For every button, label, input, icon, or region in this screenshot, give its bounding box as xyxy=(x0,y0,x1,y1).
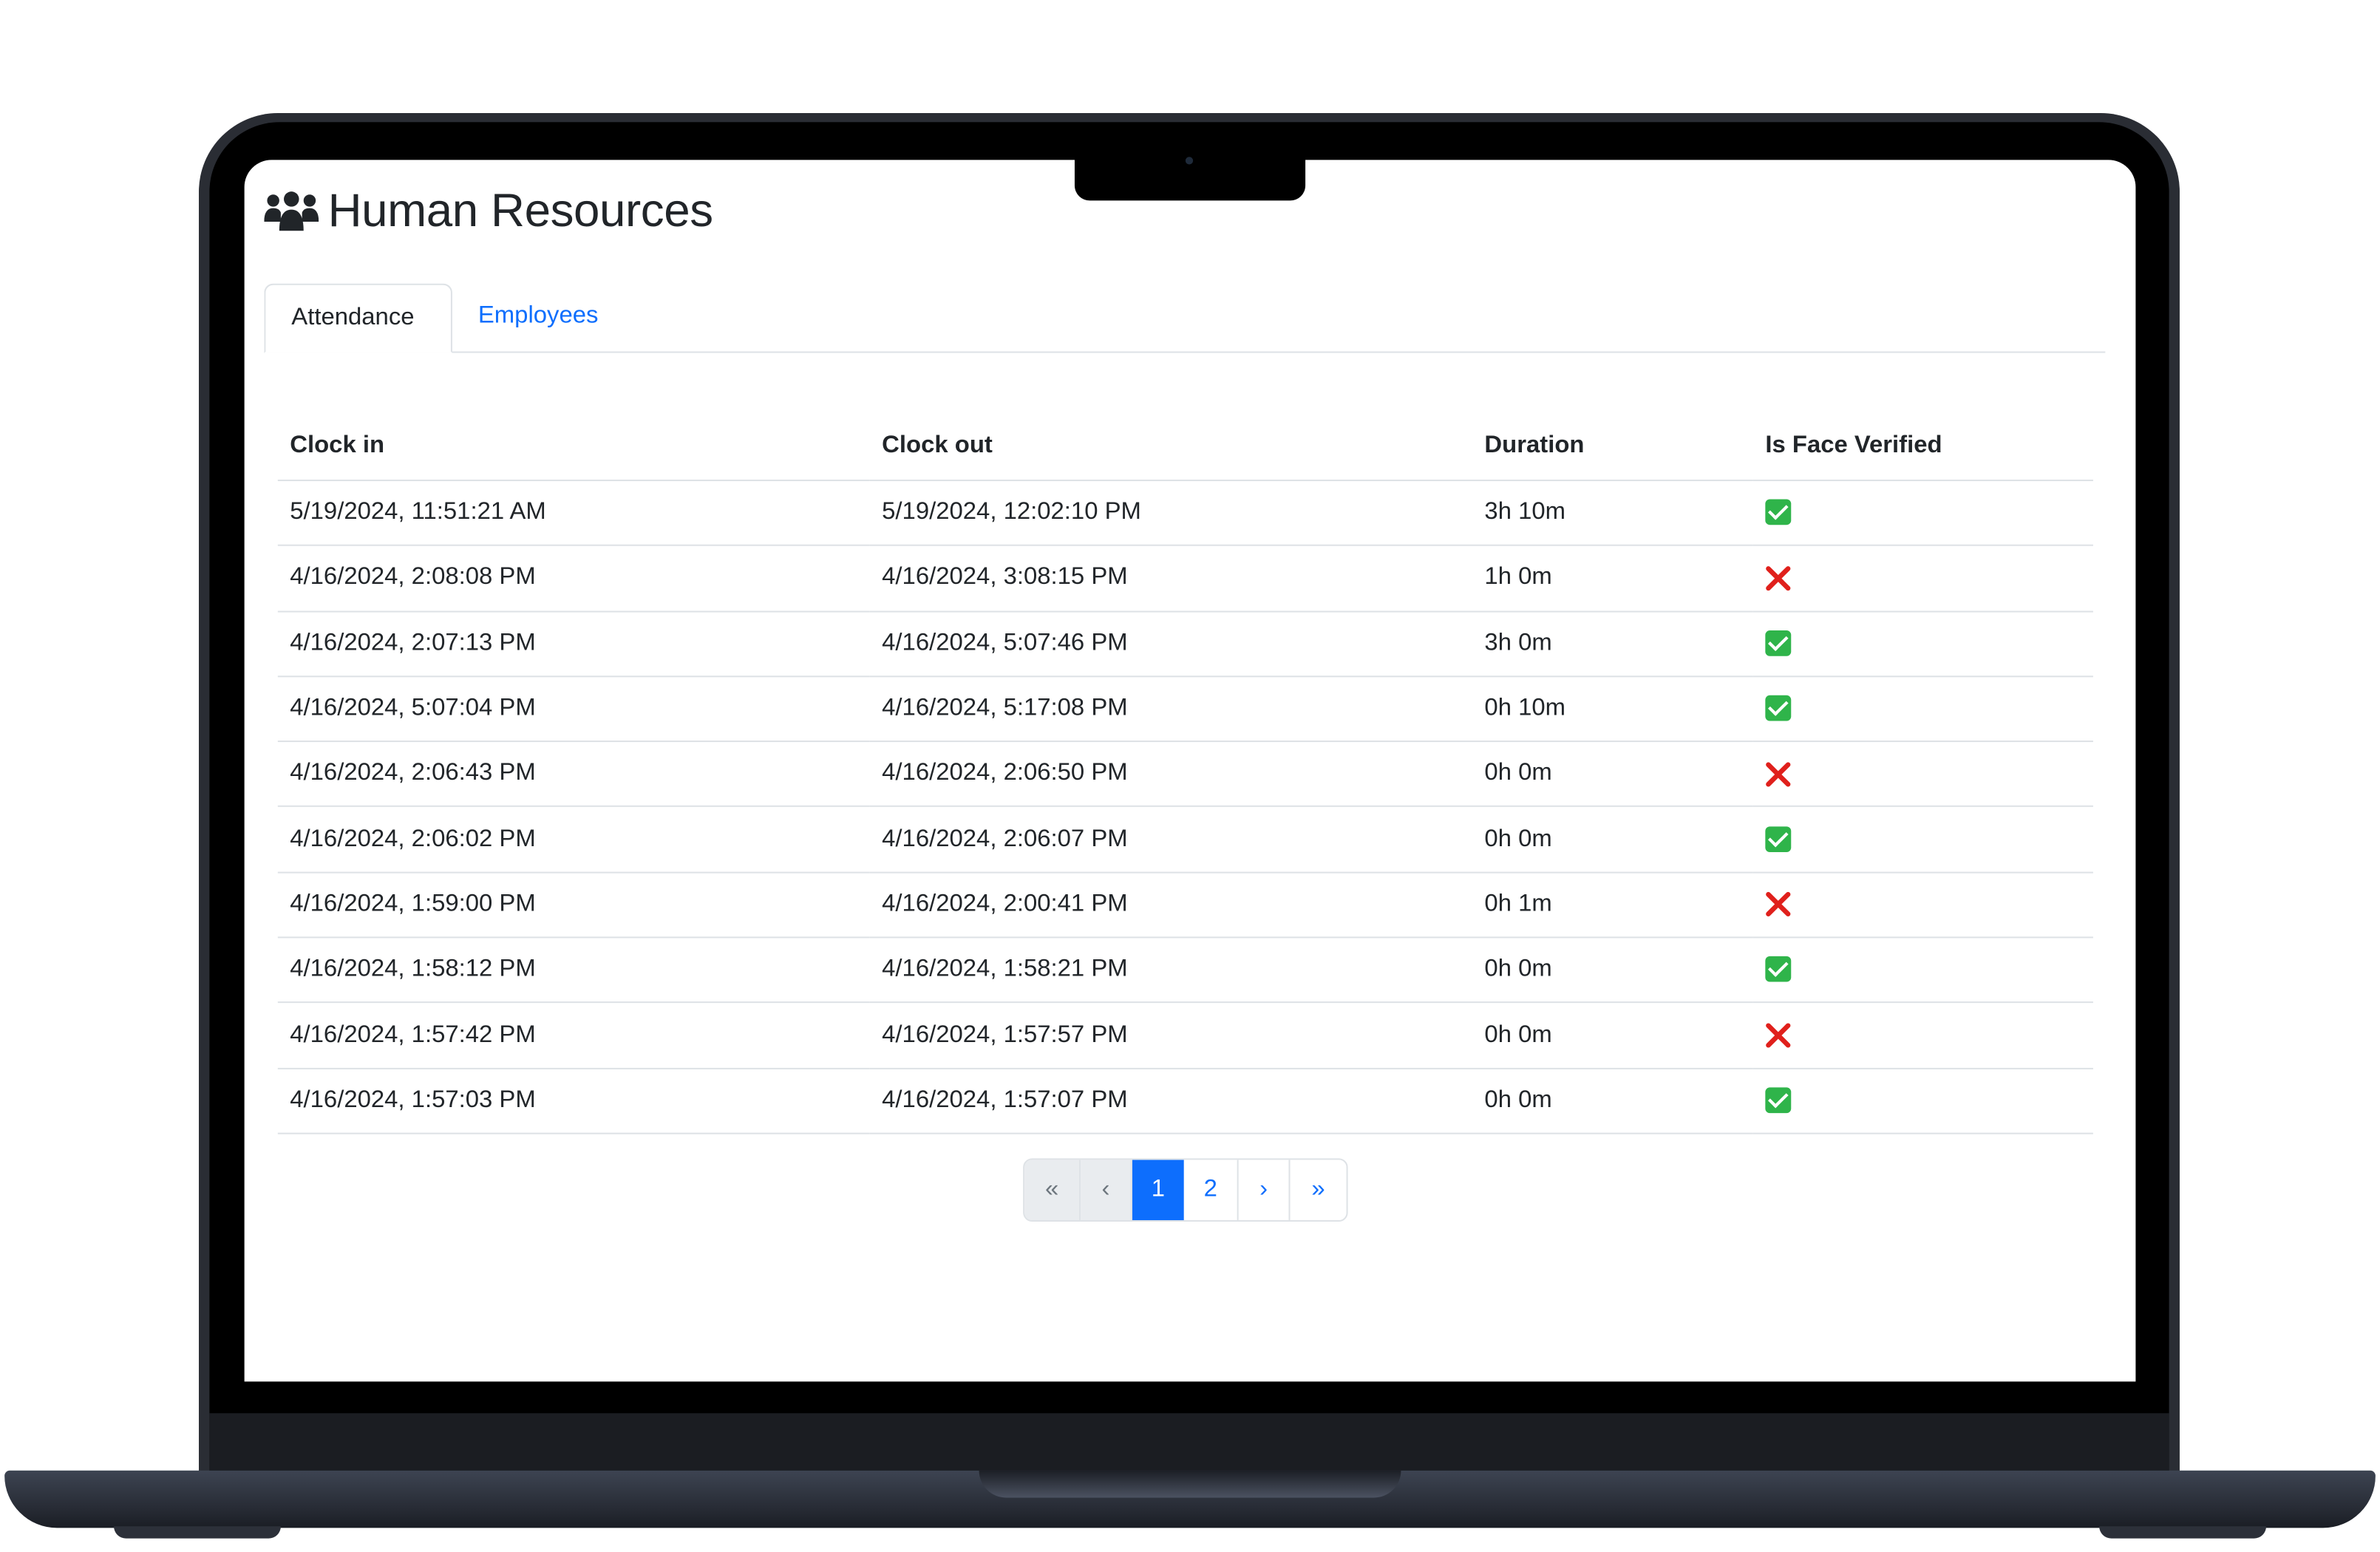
duration-cell: 0h 0m xyxy=(1472,741,1753,808)
face-verified-cell xyxy=(1752,741,2093,808)
table-row: 4/16/2024, 2:07:13 PM 4/16/2024, 5:07:46 … xyxy=(277,610,2093,678)
check-mark-icon xyxy=(1765,956,1792,983)
duration-cell: 3h 0m xyxy=(1472,610,1753,678)
clock-out-cell: 4/16/2024, 2:06:07 PM xyxy=(869,806,1472,874)
face-verified-cell xyxy=(1752,480,2093,547)
table-row: 4/16/2024, 2:06:43 PM 4/16/2024, 2:06:50 … xyxy=(277,741,2093,808)
pagination: « ‹ 1 2 › » xyxy=(1023,1158,1348,1222)
table-row: 4/16/2024, 5:07:04 PM 4/16/2024, 5:17:08 … xyxy=(277,676,2093,743)
duration-cell: 0h 10m xyxy=(1472,676,1753,743)
column-header-duration: Duration xyxy=(1472,413,1753,482)
check-mark-icon xyxy=(1765,695,1792,722)
face-verified-cell xyxy=(1752,1002,2093,1069)
table-header-row: Clock in Clock out Duration Is Face Veri… xyxy=(277,413,2093,482)
clock-out-cell: 4/16/2024, 5:07:46 PM xyxy=(869,610,1472,678)
duration-cell: 0h 0m xyxy=(1472,937,1753,1004)
table-row: 4/16/2024, 1:59:00 PM 4/16/2024, 2:00:41 … xyxy=(277,872,2093,939)
cross-mark-icon xyxy=(1766,761,1791,786)
clock-in-cell: 4/16/2024, 2:06:43 PM xyxy=(277,741,870,808)
face-verified-cell xyxy=(1752,872,2093,939)
table-row: 4/16/2024, 1:57:03 PM 4/16/2024, 1:57:07 … xyxy=(277,1068,2093,1134)
face-verified-cell xyxy=(1752,806,2093,874)
clock-in-cell: 4/16/2024, 2:06:02 PM xyxy=(277,806,870,874)
base-opening-notch xyxy=(979,1470,1401,1498)
column-header-clock-in: Clock in xyxy=(277,413,870,482)
face-verified-cell xyxy=(1752,545,2093,612)
page-header: Human Resources xyxy=(264,187,713,234)
clock-out-cell: 5/19/2024, 12:02:10 PM xyxy=(869,480,1472,547)
pagination-next-button[interactable]: › xyxy=(1238,1160,1291,1221)
check-mark-icon xyxy=(1765,630,1792,656)
table-row: 4/16/2024, 1:58:12 PM 4/16/2024, 1:58:21 … xyxy=(277,937,2093,1004)
page-title: Human Resources xyxy=(327,183,713,237)
column-header-clock-out: Clock out xyxy=(869,413,1472,482)
face-verified-cell xyxy=(1752,937,2093,1004)
clock-out-cell: 4/16/2024, 2:06:50 PM xyxy=(869,741,1472,808)
clock-in-cell: 4/16/2024, 1:58:12 PM xyxy=(277,937,870,1004)
tab-employees[interactable]: Employees xyxy=(452,284,624,350)
clock-in-cell: 4/16/2024, 1:57:03 PM xyxy=(277,1068,870,1134)
table-body: 5/19/2024, 11:51:21 AM 5/19/2024, 12:02:1… xyxy=(277,480,2093,1134)
app-screen: Human Resources Attendance Employees Clo… xyxy=(244,160,2136,1382)
clock-in-cell: 4/16/2024, 1:59:00 PM xyxy=(277,872,870,939)
table-row: 4/16/2024, 2:06:02 PM 4/16/2024, 2:06:07 … xyxy=(277,806,2093,874)
duration-cell: 0h 0m xyxy=(1472,806,1753,874)
duration-cell: 0h 0m xyxy=(1472,1068,1753,1134)
clock-in-cell: 4/16/2024, 1:57:42 PM xyxy=(277,1002,870,1069)
cross-mark-icon xyxy=(1766,565,1791,590)
face-verified-cell xyxy=(1752,610,2093,678)
clock-out-cell: 4/16/2024, 1:57:07 PM xyxy=(869,1068,1472,1134)
clock-out-cell: 4/16/2024, 5:17:08 PM xyxy=(869,676,1472,743)
clock-in-cell: 4/16/2024, 5:07:04 PM xyxy=(277,676,870,743)
laptop-mockup: Human Resources Attendance Employees Clo… xyxy=(0,0,2380,1552)
clock-out-cell: 4/16/2024, 1:57:57 PM xyxy=(869,1002,1472,1069)
face-verified-cell xyxy=(1752,676,2093,743)
pagination-page-1[interactable]: 1 xyxy=(1132,1160,1184,1221)
pagination-page-2[interactable]: 2 xyxy=(1183,1160,1239,1221)
tab-attendance[interactable]: Attendance xyxy=(264,283,452,353)
table-row: 5/19/2024, 11:51:21 AM 5/19/2024, 12:02:1… xyxy=(277,480,2093,547)
duration-cell: 0h 0m xyxy=(1472,1002,1753,1069)
table-row: 4/16/2024, 2:08:08 PM 4/16/2024, 3:08:15 … xyxy=(277,545,2093,612)
laptop-foot-left xyxy=(114,1526,281,1539)
face-verified-cell xyxy=(1752,1068,2093,1134)
laptop-foot-right xyxy=(2099,1526,2267,1539)
column-header-face-verified: Is Face Verified xyxy=(1752,413,2093,482)
check-mark-icon xyxy=(1765,1087,1792,1114)
duration-cell: 3h 10m xyxy=(1472,480,1753,547)
clock-in-cell: 4/16/2024, 2:07:13 PM xyxy=(277,610,870,678)
clock-out-cell: 4/16/2024, 3:08:15 PM xyxy=(869,545,1472,612)
clock-out-cell: 4/16/2024, 1:58:21 PM xyxy=(869,937,1472,1004)
duration-cell: 0h 1m xyxy=(1472,872,1753,939)
pagination-prev-button[interactable]: ‹ xyxy=(1081,1160,1132,1221)
clock-out-cell: 4/16/2024, 2:00:41 PM xyxy=(869,872,1472,939)
attendance-table: Clock in Clock out Duration Is Face Veri… xyxy=(277,413,2093,1134)
clock-in-cell: 4/16/2024, 2:08:08 PM xyxy=(277,545,870,612)
pagination-first-button[interactable]: « xyxy=(1024,1160,1081,1221)
table-row: 4/16/2024, 1:57:42 PM 4/16/2024, 1:57:57 … xyxy=(277,1002,2093,1069)
cross-mark-icon xyxy=(1766,1023,1791,1048)
bezel-chin xyxy=(209,1413,2169,1471)
cross-mark-icon xyxy=(1766,892,1791,917)
duration-cell: 1h 0m xyxy=(1472,545,1753,612)
tab-bar: Attendance Employees xyxy=(264,283,2106,353)
users-icon xyxy=(264,191,319,231)
camera-dot xyxy=(1185,157,1194,165)
pagination-last-button[interactable]: » xyxy=(1290,1160,1347,1221)
clock-in-cell: 5/19/2024, 11:51:21 AM xyxy=(277,480,870,547)
check-mark-icon xyxy=(1765,826,1792,852)
check-mark-icon xyxy=(1765,500,1792,526)
